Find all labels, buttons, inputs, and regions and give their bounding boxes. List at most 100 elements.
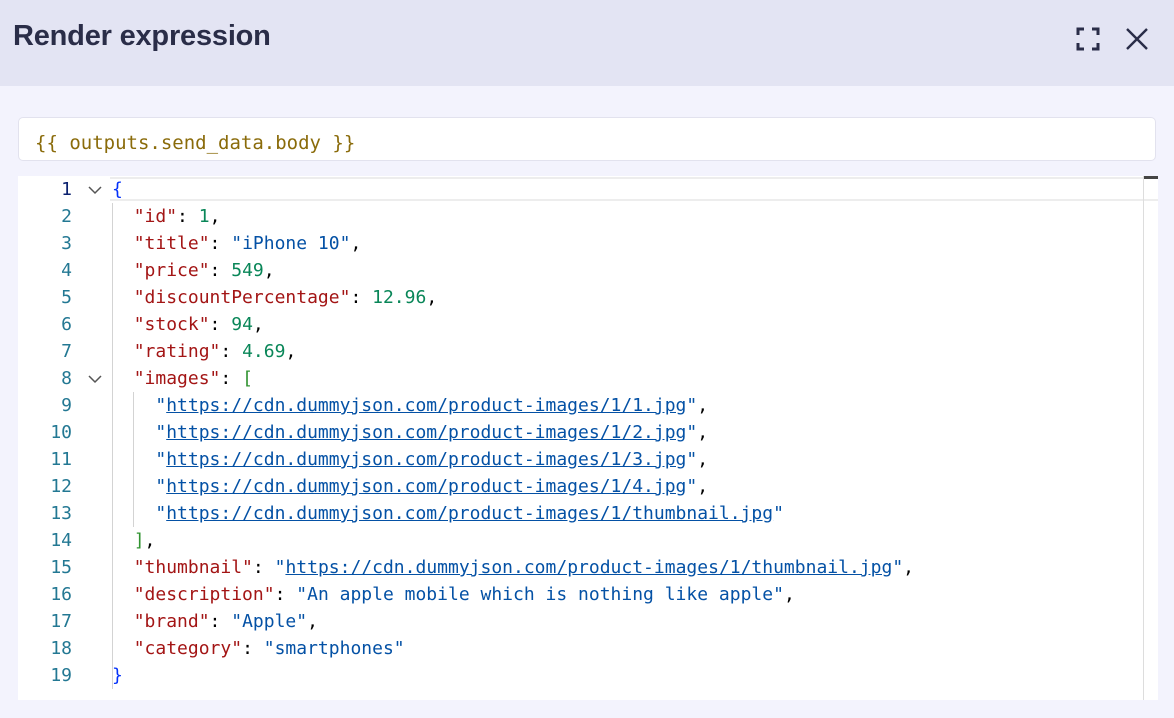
fullscreen-button[interactable]	[1073, 24, 1103, 54]
code-text: "discountPercentage": 12.96,	[112, 284, 437, 311]
code-token: "brand"	[133, 611, 210, 632]
code-token: "id"	[133, 206, 178, 227]
code-token: :	[274, 584, 297, 605]
code-token: ]	[133, 530, 145, 551]
code-token: "iPhone 10"	[231, 233, 351, 254]
line-number: 15	[50, 557, 72, 578]
code-text: "id": 1,	[112, 203, 221, 230]
code-token: ,	[697, 449, 709, 470]
code-text: "https://cdn.dummyjson.com/product-image…	[112, 446, 708, 473]
code-line: 9 "https://cdn.dummyjson.com/product-ima…	[18, 392, 1138, 419]
code-token: ,	[209, 206, 221, 227]
code-line: 16 "description": "An apple mobile which…	[18, 581, 1138, 608]
code-line: 2 "id": 1,	[18, 203, 1138, 230]
code-token: ,	[144, 530, 156, 551]
code-token: :	[220, 341, 243, 362]
line-number: 9	[61, 395, 72, 416]
dialog-title: Render expression	[13, 20, 271, 52]
line-number: 13	[50, 503, 72, 524]
code-token: "	[892, 557, 904, 578]
code-token: "price"	[133, 260, 210, 281]
code-token: "	[155, 449, 167, 470]
code-token: ,	[697, 395, 709, 416]
code-token: :	[220, 368, 243, 389]
code-token[interactable]: https://cdn.dummyjson.com/product-images…	[166, 449, 686, 470]
close-button[interactable]	[1122, 24, 1152, 54]
code-line: 11 "https://cdn.dummyjson.com/product-im…	[18, 446, 1138, 473]
fold-chevron-icon[interactable]	[88, 372, 102, 386]
code-token: :	[209, 611, 232, 632]
expression-text: {{ outputs.send_data.body }}	[35, 132, 356, 154]
code-token: :	[177, 206, 199, 227]
code-token: "discountPercentage"	[133, 287, 351, 308]
code-token: 4.69	[242, 341, 286, 362]
code-token: ,	[903, 557, 914, 578]
code-token[interactable]: https://cdn.dummyjson.com/product-images…	[285, 557, 892, 578]
code-editor[interactable]: 1{2 "id": 1, 3 "title": "iPhone 10", 4 "pr…	[18, 176, 1158, 700]
code-token: "	[686, 476, 698, 497]
code-token: 94	[231, 314, 253, 335]
code-token: "description"	[133, 584, 275, 605]
line-number: 16	[50, 584, 72, 605]
code-token: "smartphones"	[263, 638, 405, 659]
line-number: 10	[50, 422, 72, 443]
code-line: 8 "images": [	[18, 365, 1138, 392]
scrollbar-thumb[interactable]	[1144, 176, 1158, 179]
line-number: 17	[50, 611, 72, 632]
code-text: "description": "An apple mobile which is…	[112, 581, 795, 608]
line-number: 14	[50, 530, 72, 551]
code-token: "	[686, 449, 698, 470]
dialog-header: Render expression	[0, 0, 1174, 86]
code-line: 18 "category": "smartphones"	[18, 635, 1138, 662]
code-line: 15 "thumbnail": "https://cdn.dummyjson.c…	[18, 554, 1138, 581]
code-token: "	[155, 503, 167, 524]
code-text: "title": "iPhone 10",	[112, 230, 362, 257]
code-token[interactable]: https://cdn.dummyjson.com/product-images…	[166, 395, 686, 416]
code-line: 13 "https://cdn.dummyjson.com/product-im…	[18, 500, 1138, 527]
code-token: ,	[426, 287, 438, 308]
code-text: "price": 549,	[112, 257, 275, 284]
code-token: :	[252, 557, 275, 578]
code-line: 5 "discountPercentage": 12.96,	[18, 284, 1138, 311]
code-token: "	[155, 422, 167, 443]
code-token: :	[350, 287, 373, 308]
code-token: ,	[697, 422, 709, 443]
code-token: "stock"	[133, 314, 210, 335]
code-token[interactable]: https://cdn.dummyjson.com/product-images…	[166, 503, 773, 524]
line-number: 1	[61, 179, 72, 200]
code-token: 1	[198, 206, 210, 227]
code-token: ,	[263, 260, 275, 281]
fold-chevron-icon[interactable]	[88, 183, 102, 197]
code-line: 19}	[18, 662, 1138, 689]
code-token[interactable]: https://cdn.dummyjson.com/product-images…	[166, 476, 686, 497]
code-text: "stock": 94,	[112, 311, 264, 338]
close-icon	[1126, 28, 1148, 50]
code-token: 549	[231, 260, 264, 281]
code-line: 17 "brand": "Apple",	[18, 608, 1138, 635]
code-line: 12 "https://cdn.dummyjson.com/product-im…	[18, 473, 1138, 500]
code-token[interactable]: https://cdn.dummyjson.com/product-images…	[166, 422, 686, 443]
line-number: 18	[50, 638, 72, 659]
line-number: 3	[61, 233, 72, 254]
fullscreen-icon	[1076, 27, 1100, 51]
code-token: "rating"	[133, 341, 221, 362]
expression-input[interactable]: {{ outputs.send_data.body }}	[18, 117, 1156, 161]
code-text: "images": [	[112, 365, 253, 392]
code-text: "https://cdn.dummyjson.com/product-image…	[112, 392, 708, 419]
code-line: 6 "stock": 94,	[18, 311, 1138, 338]
vertical-scrollbar[interactable]	[1143, 176, 1144, 700]
code-token: :	[209, 233, 232, 254]
code-text: "thumbnail": "https://cdn.dummyjson.com/…	[112, 554, 914, 581]
